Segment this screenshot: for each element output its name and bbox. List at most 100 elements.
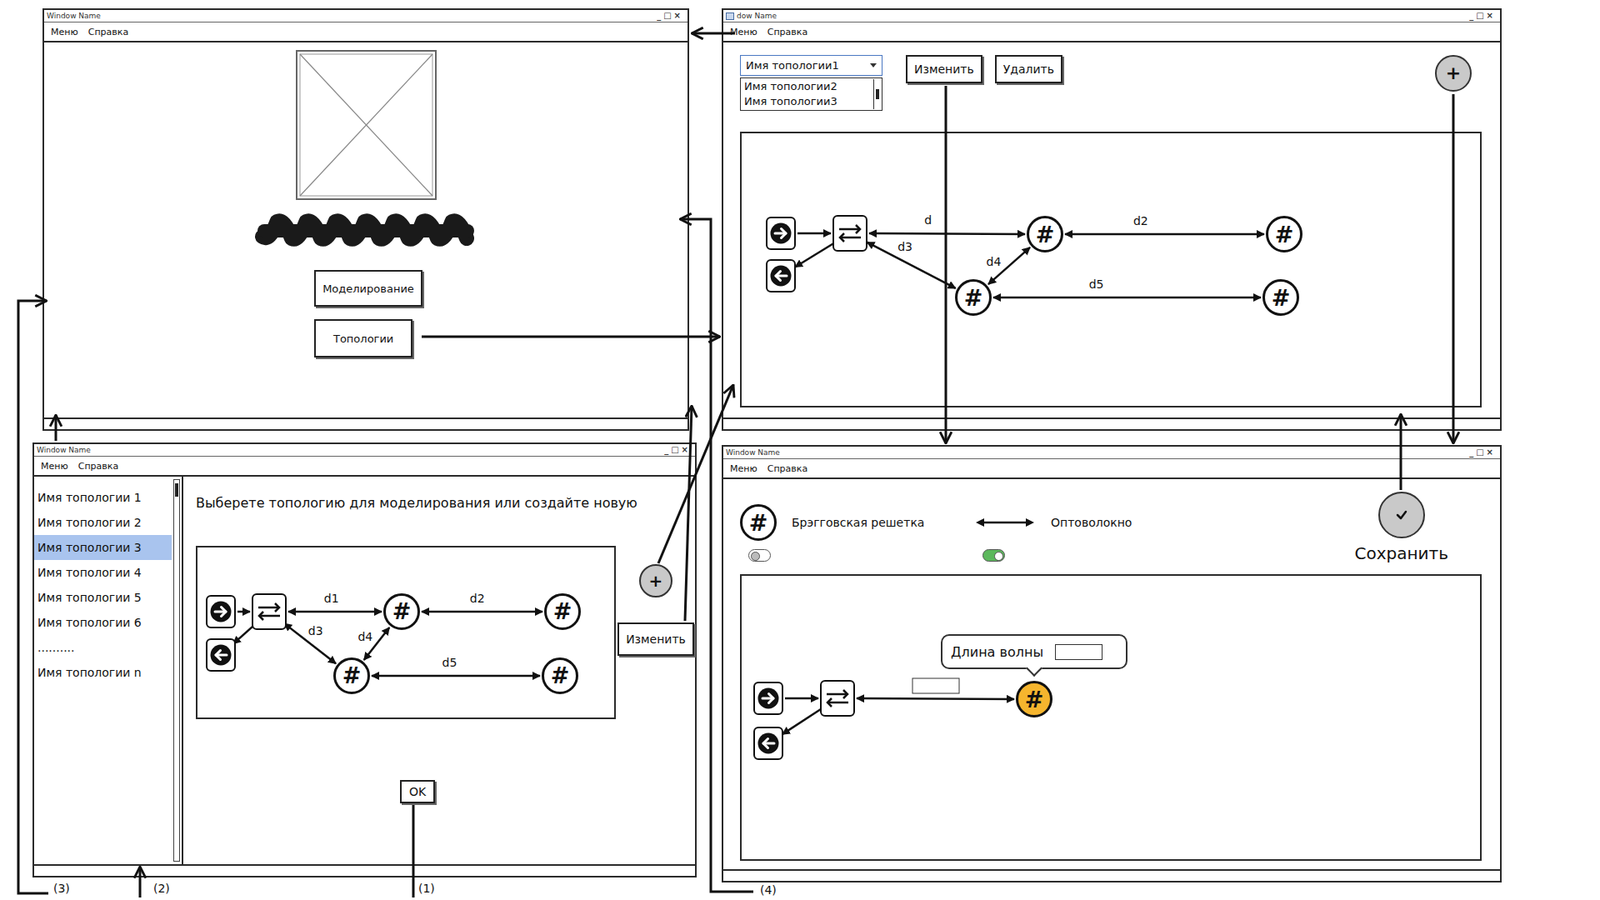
grating-node[interactable]: # [955,279,992,316]
topology-list-item[interactable]: Имя топологии 3 [34,535,172,560]
dropdown-value[interactable]: Имя топологии1 [740,55,883,76]
window-control[interactable]: × [674,11,681,20]
window-control[interactable]: _ [656,11,661,20]
node-slot: # [541,657,579,695]
fiber-edge[interactable] [371,675,540,678]
menu-item[interactable]: Меню [50,26,79,38]
edge-label: d4 [986,256,1002,270]
window-control[interactable]: × [1486,448,1494,457]
switch-node[interactable] [820,680,855,717]
fiber-edge[interactable] [237,610,250,614]
caret-icon [870,63,877,68]
input-node[interactable] [753,681,784,715]
grating-node[interactable]: # [544,593,581,630]
toolbar: Имя топологии1Имя топологии2Имя топологи… [740,55,1482,84]
scrollbar[interactable] [873,79,881,110]
grating-node[interactable]: # [1015,680,1053,718]
grating-symbol[interactable]: # [740,504,777,541]
fiber-edge[interactable] [993,296,1261,300]
dropdown-option[interactable]: Имя топологии3 [744,94,870,110]
menu-item[interactable]: Справка [88,26,129,38]
window-title: dow Name [725,11,777,20]
back-to-main-arrow [691,32,735,35]
topology-list-item[interactable]: Имя топологии n [34,660,172,685]
window-control[interactable]: × [1486,11,1494,20]
node-slot [765,259,796,293]
toggle-switch[interactable] [982,549,1005,562]
preview-actions: + Изменить [619,545,693,720]
switch-arrows-icon [824,686,851,710]
grating-node[interactable]: # [541,657,579,695]
window-control[interactable]: □ [1475,448,1484,457]
edge-length-input[interactable] [912,677,960,694]
window-control[interactable]: _ [1469,448,1474,457]
grating-node[interactable]: # [333,657,370,695]
wavelength-input[interactable] [1055,644,1103,660]
add-button[interactable]: + [1435,55,1472,92]
topology-list-item[interactable]: Имя топологии 2 [34,510,172,535]
menu-item[interactable]: Меню [730,463,758,475]
topology-list-item[interactable]: .......... [34,635,172,660]
menu-item[interactable]: Справка [767,26,808,38]
edit-button[interactable]: Изменить [905,55,983,84]
add-button[interactable]: + [639,564,673,598]
dropdown-option[interactable]: Имя топологии2 [744,79,870,95]
menu-item[interactable]: Справка [78,460,119,472]
grating-node[interactable]: # [383,593,420,630]
fiber-edge[interactable] [795,243,834,267]
fiber-edge[interactable] [284,623,336,664]
switch-node[interactable] [832,215,868,252]
output-node[interactable] [205,638,236,672]
menu-item[interactable]: Справка [767,463,808,475]
topology-list-item[interactable]: Имя топологии 4 [34,560,172,585]
delete-button[interactable]: Удалить [995,55,1063,84]
fiber-edge[interactable] [797,232,831,235]
window-body: Имя топологии1 Имя топологии2Имя топологи… [723,42,1500,418]
fiber-edge[interactable] [856,697,1015,700]
main-button[interactable]: Моделирование [314,270,423,307]
menu-item[interactable]: Меню [730,26,758,38]
topology-preview[interactable]: d1d2d3d4d5#### [195,545,616,720]
input-node[interactable] [765,216,796,250]
toggle-switch[interactable] [748,549,771,562]
window-title: Window Name [36,445,91,455]
arrow-left-icon [756,731,780,755]
arrow-right-icon [209,600,233,624]
window-control[interactable]: □ [1475,11,1484,20]
switch-node[interactable] [251,593,287,630]
window-control[interactable]: _ [1469,11,1474,20]
editor-canvas[interactable]: Длина волны# [740,574,1482,861]
topology-list-item[interactable]: Имя топологии 5 [34,585,172,610]
fiber-edge[interactable] [869,232,1025,235]
window-control[interactable]: _ [664,445,669,455]
fiber-edge[interactable] [1065,233,1265,236]
edit-button[interactable]: Изменить [617,622,695,656]
palette-row[interactable]: Оптоволокно [974,504,1132,541]
edge-layer [197,547,618,721]
input-node[interactable] [205,595,236,629]
window-control[interactable]: □ [670,445,679,455]
output-node[interactable] [753,726,784,760]
grating-node[interactable]: # [1262,279,1300,316]
ok-button[interactable]: OK [400,780,435,804]
logo-scribble [252,208,480,255]
menu-item[interactable]: Меню [40,460,69,472]
palette-row[interactable]: #Брэгговская решетка [740,504,925,541]
save-button[interactable] [1378,491,1425,539]
grating-node[interactable]: # [1026,215,1064,253]
fiber-edge[interactable] [782,709,822,735]
topology-list-item[interactable]: Имя топологии 1 [34,485,172,510]
topology-dropdown[interactable]: Имя топологии1Имя топологии2Имя топологи… [740,55,883,76]
window-control[interactable]: × [681,445,689,455]
topology-list-item[interactable]: Имя топологии 6 [34,610,172,635]
main-button[interactable]: Топологии [314,319,413,358]
fiber-edge[interactable] [421,610,543,614]
topology-canvas[interactable]: dd2d3d4d5#### [740,131,1482,408]
window-control[interactable]: □ [663,11,671,20]
output-node[interactable] [765,259,796,293]
fiber-edge[interactable] [288,610,382,614]
fiber-edge[interactable] [866,242,955,289]
grating-node[interactable]: # [1265,215,1303,253]
scrollbar[interactable] [173,479,180,862]
fiber-edge[interactable] [785,697,819,700]
